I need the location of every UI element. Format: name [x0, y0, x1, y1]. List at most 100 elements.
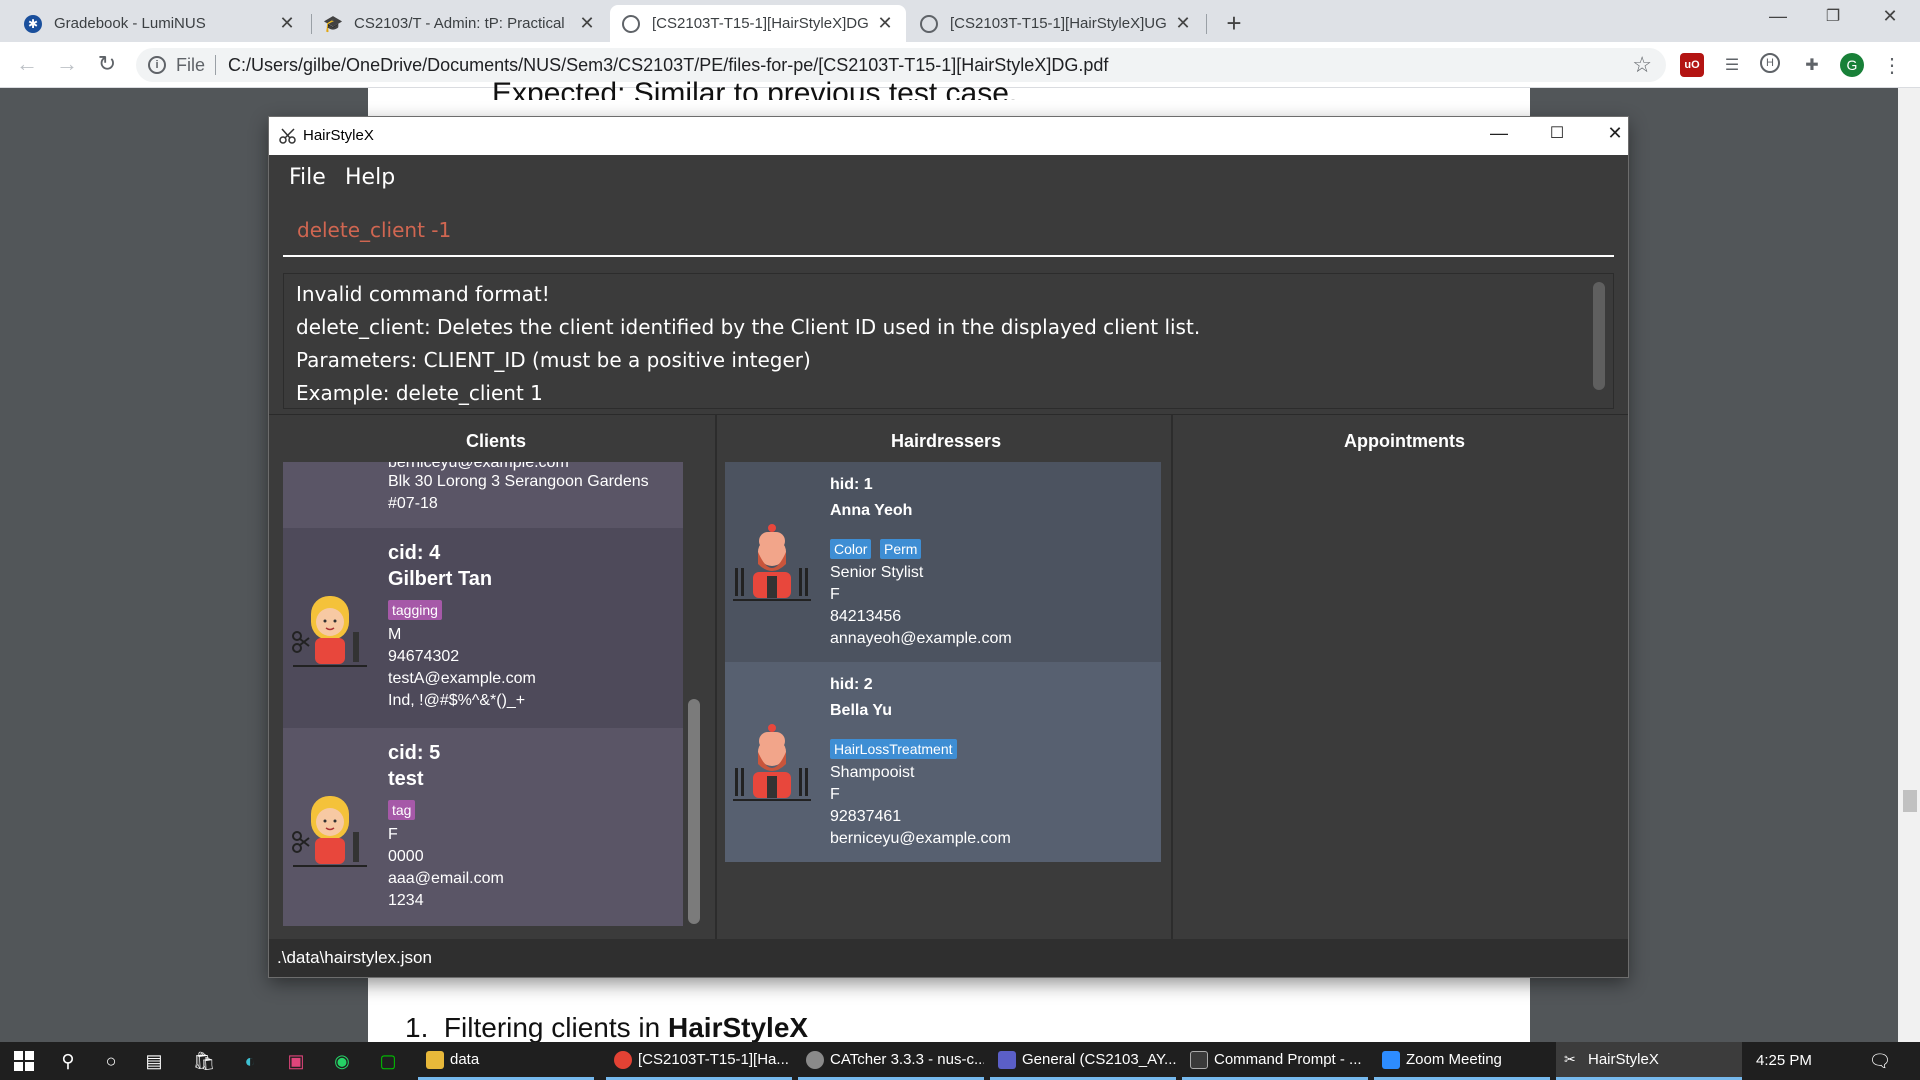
client-card[interactable]: cid: 4 Gilbert Tan tagging M 94674302 te…	[283, 528, 683, 728]
hairdresser-list[interactable]: hid: 1 Anna Yeoh Color Perm Senior Styli…	[725, 462, 1161, 862]
windows-taskbar: ⚲ ○ ▤ 🛍 ◐ ▣ ◉ ▢ data [CS2103T-T15-1][Ha.…	[0, 1042, 1920, 1080]
taskbar-app-label: Command Prompt - ...	[1214, 1051, 1362, 1068]
browser-tab-ug-pdf[interactable]: [CS2103T-T15-1][HairStyleX]UG.p ✕	[908, 5, 1204, 42]
extension-h-icon[interactable]: H	[1760, 53, 1780, 73]
taskbar-clock[interactable]: 4:25 PM	[1756, 1052, 1812, 1069]
heading-number: 1.	[405, 1012, 429, 1043]
female-hairdresser-avatar-icon	[292, 796, 367, 867]
restore-icon[interactable]: ❐	[1813, 6, 1853, 26]
more-menu-icon[interactable]: ⋮	[1880, 53, 1904, 77]
taskbar-app-cmd[interactable]: Command Prompt - ...	[1182, 1042, 1368, 1080]
pdf-scrollbar[interactable]	[1898, 88, 1920, 1042]
reload-icon[interactable]: ↻	[92, 51, 122, 77]
menu-file[interactable]: File	[289, 165, 326, 190]
taskbar-app-chrome[interactable]: [CS2103T-T15-1][Ha...	[606, 1042, 792, 1080]
bookmark-star-icon[interactable]: ☆	[1632, 52, 1652, 78]
intellij-icon[interactable]: ▣	[282, 1048, 310, 1074]
minimize-icon[interactable]: —	[1758, 6, 1798, 27]
taskbar-app-hairstylex[interactable]: ✂ HairStyleX	[1556, 1042, 1742, 1080]
result-line: Example: delete_client 1	[296, 381, 543, 405]
close-tab-icon[interactable]: ✕	[278, 13, 296, 34]
hairdresser-phone: 84213456	[830, 608, 902, 625]
browser-tab-admin[interactable]: 🎓 CS2103/T - Admin: tP: Practical E ✕	[312, 5, 608, 42]
info-icon[interactable]: i	[148, 56, 166, 74]
client-gender: M	[388, 626, 402, 643]
result-line: delete_client: Deletes the client identi…	[296, 315, 1201, 339]
hairdresser-id: hid: 1	[830, 476, 873, 493]
client-phone: 94674302	[388, 648, 460, 665]
hairdresser-name: Bella Yu	[830, 702, 892, 719]
notifications-icon[interactable]: 🗨	[1866, 1048, 1894, 1074]
female-hairdresser-avatar-icon	[292, 596, 367, 667]
hairdresser-id: hid: 2	[830, 676, 873, 693]
browser-tab-dg-pdf[interactable]: [CS2103T-T15-1][HairStyleX]DG.p ✕	[610, 5, 906, 42]
client-card[interactable]: cid: 5 test tag F 0000 aaa@email.com 123…	[283, 728, 683, 926]
line-icon[interactable]: ▢	[374, 1048, 402, 1074]
app-minimize-icon[interactable]: —	[1479, 123, 1519, 149]
result-scrollbar[interactable]	[1593, 282, 1605, 390]
client-email: berniceyu@example.com	[388, 462, 569, 471]
ublock-extension-icon[interactable]: uO	[1680, 53, 1704, 77]
new-tab-button[interactable]: +	[1220, 8, 1248, 39]
menu-help[interactable]: Help	[345, 165, 395, 190]
pdf-scrollbar-thumb[interactable]	[1903, 790, 1917, 812]
app-maximize-icon[interactable]: ☐	[1537, 123, 1577, 149]
browser-tab-luminus[interactable]: ✱ Gradebook - LumiNUS ✕	[12, 5, 308, 42]
zoom-icon	[1382, 1050, 1400, 1069]
pane-divider	[269, 414, 1628, 415]
tab-title: CS2103/T - Admin: tP: Practical E	[354, 15, 570, 32]
client-name: Gilbert Tan	[388, 568, 493, 590]
command-input[interactable]: delete_client -1	[283, 205, 1614, 257]
command-text: delete_client -1	[297, 218, 452, 242]
taskbar-app-explorer[interactable]: data	[418, 1042, 594, 1080]
client-phone: 0000	[388, 848, 424, 865]
client-id: cid: 5	[388, 742, 441, 764]
globe-icon	[622, 14, 640, 33]
client-list[interactable]: berniceyu@example.com Blk 30 Lorong 3 Se…	[283, 462, 683, 926]
luminus-favicon-icon: ✱	[24, 14, 42, 33]
forward-arrow-icon[interactable]: →	[52, 51, 82, 77]
result-display[interactable]: Invalid command format! delete_client: D…	[283, 273, 1614, 409]
back-arrow-icon[interactable]: ←	[12, 51, 42, 77]
catcher-icon	[806, 1050, 824, 1069]
scissors-icon: ✂	[1564, 1050, 1576, 1067]
hairdresser-gender: F	[830, 786, 840, 803]
puzzle-extensions-icon[interactable]: ✚	[1800, 53, 1824, 77]
folder-icon	[426, 1050, 444, 1069]
pane-divider	[715, 415, 717, 939]
app-close-icon[interactable]: ✕	[1595, 123, 1635, 149]
taskbar-app-catcher[interactable]: CATcher 3.3.3 - nus-c...	[798, 1042, 984, 1080]
close-tab-icon[interactable]: ✕	[1174, 13, 1192, 34]
hairdresser-email: annayeoh@example.com	[830, 630, 1012, 647]
client-email: aaa@email.com	[388, 870, 504, 887]
taskbar-app-teams[interactable]: General (CS2103_AY...	[990, 1042, 1176, 1080]
client-card-partial[interactable]: berniceyu@example.com Blk 30 Lorong 3 Se…	[283, 462, 683, 528]
hairdresser-card[interactable]: hid: 2 Bella Yu HairLossTreatment Shampo…	[725, 662, 1161, 862]
store-icon[interactable]: 🛍	[190, 1048, 218, 1074]
chrome-icon	[614, 1050, 632, 1069]
close-window-icon[interactable]: ✕	[1870, 6, 1910, 27]
client-address: Blk 30 Lorong 3 Serangoon Gardens	[388, 473, 649, 490]
hairdresser-name: Anna Yeoh	[830, 502, 913, 519]
client-address: #07-18	[388, 495, 438, 512]
reading-list-icon[interactable]: ☰	[1720, 53, 1744, 77]
profile-avatar[interactable]: G	[1840, 53, 1864, 77]
task-view-icon[interactable]: ▤	[140, 1048, 168, 1074]
close-tab-icon[interactable]: ✕	[876, 13, 894, 34]
app-title-bar[interactable]: HairStyleX — ☐ ✕	[269, 117, 1628, 155]
hairdresser-card[interactable]: hid: 1 Anna Yeoh Color Perm Senior Styli…	[725, 462, 1161, 662]
client-list-scrollbar[interactable]	[688, 699, 700, 924]
windows-start-icon[interactable]	[10, 1048, 38, 1074]
whatsapp-icon[interactable]: ◉	[328, 1048, 356, 1074]
cortana-icon[interactable]: ○	[97, 1048, 125, 1074]
taskbar-app-zoom[interactable]: Zoom Meeting	[1374, 1042, 1550, 1080]
edge-icon[interactable]: ◐	[236, 1048, 264, 1074]
appointments-pane-title: Appointments	[1344, 431, 1465, 451]
client-id: cid: 4	[388, 542, 441, 564]
client-address: Ind, !@#$%^&*()_+	[388, 692, 526, 709]
pane-divider	[1171, 415, 1173, 939]
status-file-path: .\data\hairstylex.json	[277, 948, 432, 967]
close-tab-icon[interactable]: ✕	[578, 13, 596, 34]
search-icon[interactable]: ⚲	[54, 1048, 82, 1074]
tab-title: [CS2103T-T15-1][HairStyleX]DG.p	[652, 15, 868, 32]
